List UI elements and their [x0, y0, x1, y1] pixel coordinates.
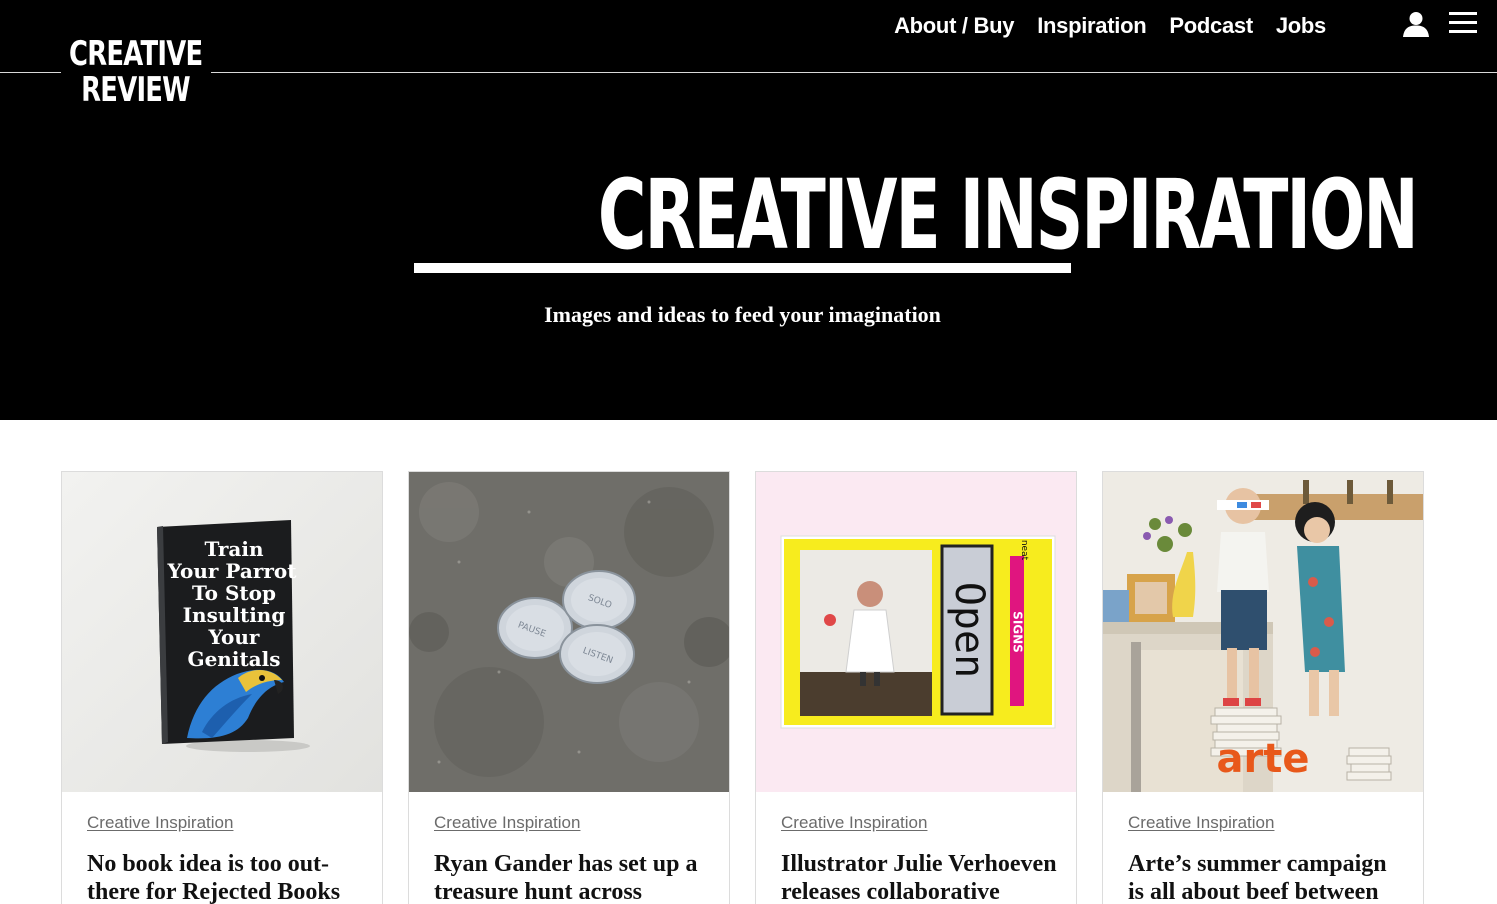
nav-about-buy[interactable]: About / Buy — [894, 13, 1014, 39]
sign-word: Open — [946, 582, 992, 678]
article-image[interactable]: PAUSE SOLO LISTEN — [409, 472, 729, 792]
nav-jobs[interactable]: Jobs — [1276, 13, 1326, 39]
article-image[interactable]: arte — [1103, 472, 1423, 792]
article-card[interactable]: Train Your Parrot To Stop Insulting Your… — [61, 471, 383, 904]
book-title-line: Genitals — [188, 647, 281, 671]
article-image[interactable]: Open SIGNS neat — [756, 472, 1076, 792]
book-title-line: Insulting — [183, 603, 286, 627]
category-link[interactable]: Creative Inspiration — [87, 813, 233, 833]
book-title-line: Your — [208, 625, 260, 649]
article-headline[interactable]: Illustrator Julie Verhoeven releases col… — [781, 850, 1061, 904]
site-logo[interactable]: CREATIVE REVIEW — [61, 36, 211, 114]
article-card[interactable]: arte Creative Inspiration Arte’s summer … — [1102, 471, 1424, 904]
brand-text: arte — [1217, 736, 1310, 782]
article-card[interactable]: PAUSE SOLO LISTEN Creative Inspiration R… — [408, 471, 730, 904]
side-label: SIGNS — [1011, 611, 1025, 653]
small-label: neat — [1019, 540, 1029, 561]
article-headline[interactable]: Ryan Gander has set up a treasure hunt a… — [434, 850, 714, 904]
nav-podcast[interactable]: Podcast — [1169, 13, 1253, 39]
page-title: CREATIVE INSPIRATION — [597, 159, 1419, 271]
article-headline[interactable]: Arte’s summer campaign is all about beef… — [1128, 850, 1408, 904]
logo-line-2: REVIEW — [81, 70, 192, 110]
category-link[interactable]: Creative Inspiration — [781, 813, 927, 833]
page-subtitle: Images and ideas to feed your imaginatio… — [544, 302, 941, 327]
category-link[interactable]: Creative Inspiration — [434, 813, 580, 833]
hamburger-menu-icon[interactable] — [1449, 12, 1477, 34]
article-image[interactable]: Train Your Parrot To Stop Insulting Your… — [62, 472, 382, 792]
nav-inspiration[interactable]: Inspiration — [1037, 13, 1146, 39]
book-title-line: Train — [204, 537, 264, 561]
book-title-line: To Stop — [192, 581, 276, 605]
logo-line-1: CREATIVE — [69, 34, 203, 74]
article-card[interactable]: Open SIGNS neat Creative Inspiration Ill… — [755, 471, 1077, 904]
page-title-underline — [414, 263, 1071, 273]
category-link[interactable]: Creative Inspiration — [1128, 813, 1274, 833]
main-nav: About / Buy Inspiration Podcast Jobs — [894, 10, 1326, 42]
user-icon[interactable] — [1402, 11, 1430, 37]
article-headline[interactable]: No book idea is too out-there for Reject… — [87, 850, 367, 904]
book-title-line: Your Parrot — [166, 559, 297, 583]
header-divider — [0, 72, 1497, 73]
